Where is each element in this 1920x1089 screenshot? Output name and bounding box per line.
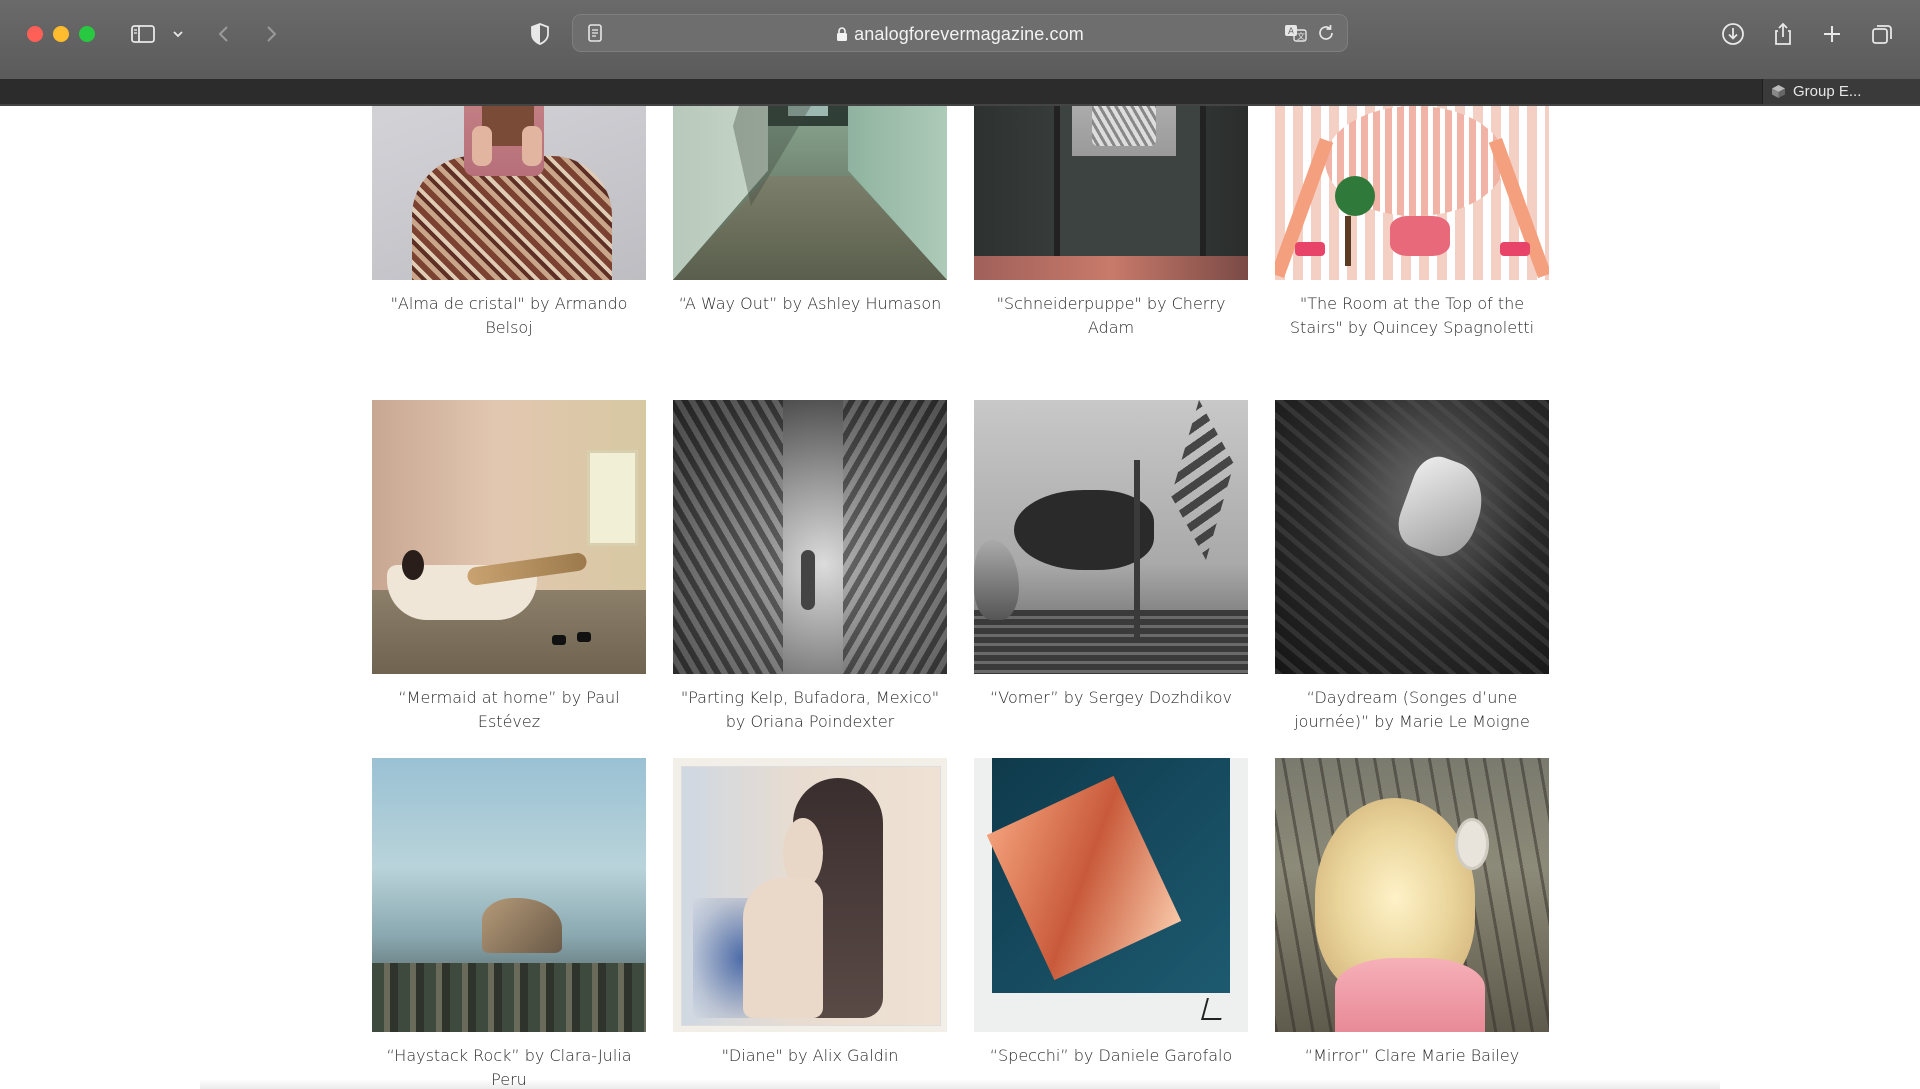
downloads-icon[interactable] xyxy=(1719,20,1747,48)
photo-mermaid-at-home[interactable] xyxy=(372,400,646,674)
gallery-item[interactable]: "Schneiderpuppe" by Cherry Adam xyxy=(974,106,1248,340)
caption[interactable]: "Parting Kelp, Bufadora, Mexico" by Oria… xyxy=(673,686,947,734)
photo-specchi[interactable] xyxy=(974,758,1248,1032)
chevron-down-icon[interactable] xyxy=(168,20,188,48)
reload-icon[interactable] xyxy=(1315,22,1337,44)
svg-text:文: 文 xyxy=(1297,31,1305,41)
gallery-item[interactable]: “Vomer” by Sergey Dozhdikov xyxy=(974,400,1248,710)
gallery-item[interactable]: "Alma de cristal" by Armando Belsoj xyxy=(372,106,646,340)
gallery-item[interactable]: “Mirror” Clare Marie Bailey xyxy=(1275,758,1549,1068)
tab-group-e[interactable]: Group E... xyxy=(1762,79,1920,104)
caption[interactable]: “Specchi” by Daniele Garofalo xyxy=(974,1044,1248,1068)
caption[interactable]: "Diane" by Alix Galdin xyxy=(673,1044,947,1068)
browser-window: analogforevermagazine.com A文 Group E... xyxy=(0,0,1920,1089)
gallery-item[interactable]: "Parting Kelp, Bufadora, Mexico" by Oria… xyxy=(673,400,947,734)
page-bottom-shadow xyxy=(200,1079,1720,1089)
gallery-item[interactable]: “Specchi” by Daniele Garofalo xyxy=(974,758,1248,1068)
photo-daydream[interactable] xyxy=(1275,400,1549,674)
privacy-shield-icon[interactable] xyxy=(526,20,554,48)
tab-overview-icon[interactable] xyxy=(1868,20,1896,48)
translate-icon[interactable]: A文 xyxy=(1283,21,1309,45)
photo-a-way-out[interactable] xyxy=(673,106,947,280)
back-icon[interactable] xyxy=(210,20,238,48)
photo-mirror[interactable] xyxy=(1275,758,1549,1032)
tab-label: Group E... xyxy=(1793,83,1862,100)
photo-alma-de-cristal[interactable] xyxy=(372,106,646,280)
caption[interactable]: “A Way Out” by Ashley Humason xyxy=(673,292,947,316)
forward-icon[interactable] xyxy=(257,20,285,48)
signature-mark xyxy=(1201,998,1227,1020)
gallery-item[interactable]: “Haystack Rock” by Clara-Julia Peru xyxy=(372,758,646,1089)
lock-icon xyxy=(837,27,848,41)
photo-room-at-top-of-stairs[interactable] xyxy=(1275,106,1549,280)
photo-vomer[interactable] xyxy=(974,400,1248,674)
tab-favicon-cube-icon xyxy=(1772,85,1785,98)
caption[interactable]: “Vomer” by Sergey Dozhdikov xyxy=(974,686,1248,710)
caption[interactable]: “Mermaid at home” by Paul Estévez xyxy=(372,686,646,734)
caption[interactable]: “Mirror” Clare Marie Bailey xyxy=(1275,1044,1549,1068)
photo-schneiderpuppe[interactable] xyxy=(974,106,1248,280)
gallery-item[interactable]: "The Room at the Top of the Stairs" by Q… xyxy=(1275,106,1549,340)
photo-haystack-rock[interactable] xyxy=(372,758,646,1032)
tab-bar: Group E... xyxy=(0,79,1920,104)
share-icon[interactable] xyxy=(1769,20,1797,48)
caption[interactable]: "Alma de cristal" by Armando Belsoj xyxy=(372,292,646,340)
close-window-button[interactable] xyxy=(27,26,43,42)
photo-parting-kelp[interactable] xyxy=(673,400,947,674)
zoom-window-button[interactable] xyxy=(79,26,95,42)
url-label: analogforevermagazine.com xyxy=(854,24,1084,44)
gallery-item[interactable]: “Mermaid at home” by Paul Estévez xyxy=(372,400,646,734)
caption[interactable]: “Daydream (Songes d’une journée)” by Mar… xyxy=(1275,686,1549,734)
page-content: "Alma de cristal" by Armando Belsoj “A W… xyxy=(0,106,1920,1089)
browser-toolbar: analogforevermagazine.com A文 xyxy=(0,0,1920,80)
caption[interactable]: "Schneiderpuppe" by Cherry Adam xyxy=(974,292,1248,340)
address-bar[interactable]: analogforevermagazine.com A文 xyxy=(572,14,1348,52)
minimize-window-button[interactable] xyxy=(53,26,69,42)
gallery-item[interactable]: “Daydream (Songes d’une journée)” by Mar… xyxy=(1275,400,1549,734)
gallery-item[interactable]: “A Way Out” by Ashley Humason xyxy=(673,106,947,316)
caption[interactable]: "The Room at the Top of the Stairs" by Q… xyxy=(1275,292,1549,340)
url-text: analogforevermagazine.com xyxy=(573,24,1347,45)
gallery-item[interactable]: "Diane" by Alix Galdin xyxy=(673,758,947,1068)
sidebar-icon[interactable] xyxy=(129,20,157,48)
photo-diane[interactable] xyxy=(673,758,947,1032)
new-tab-icon[interactable] xyxy=(1818,20,1846,48)
